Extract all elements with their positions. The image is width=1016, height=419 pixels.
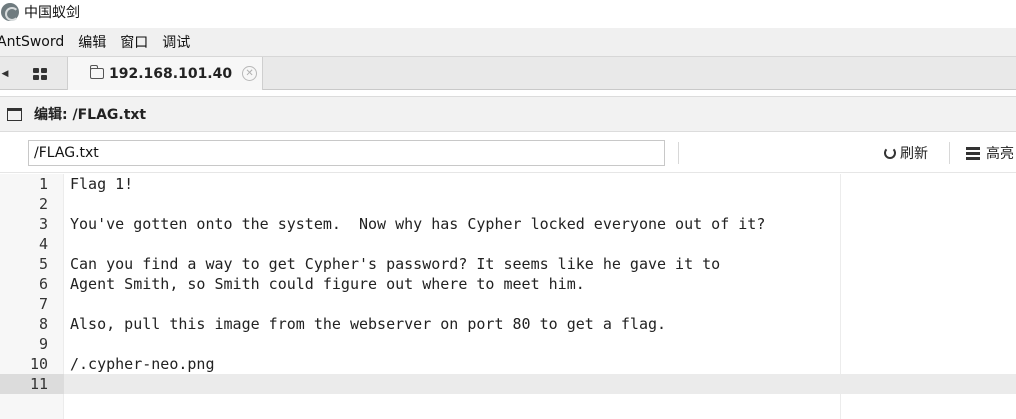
window-icon (7, 107, 22, 121)
line-number: 9 (38, 335, 48, 353)
line-text: You've gotten onto the system. Now why h… (70, 215, 766, 233)
line-number: 11 (0, 374, 64, 394)
highlight-label: 高亮 (986, 146, 1014, 162)
menu-debug[interactable]: 调试 (160, 32, 192, 52)
folder-icon (89, 65, 104, 79)
menu-window[interactable]: 窗口 (118, 32, 150, 52)
menu-bar: AntSword 编辑 窗口 调试 (0, 28, 1016, 56)
line-number: 5 (38, 255, 48, 273)
refresh-button[interactable]: 刷新 (884, 141, 928, 165)
editor-toolbar: 刷新 高亮 (0, 133, 1016, 173)
code-line[interactable]: 2 (0, 194, 1016, 214)
panel-title: 编辑: /FLAG.txt (34, 107, 147, 123)
code-line[interactable]: 9 (0, 334, 1016, 354)
line-number: 6 (38, 275, 48, 293)
code-line[interactable]: 5 Can you find a way to get Cypher's pass… (0, 254, 1016, 274)
close-icon[interactable]: ✕ (242, 66, 258, 81)
line-number: 4 (38, 235, 48, 253)
code-editor[interactable]: 1 Flag 1! 2 3 You've gotten onto the system.… (0, 174, 1016, 419)
code-line[interactable]: 6 Agent Smith, so Smith could figure out … (0, 274, 1016, 294)
tab-host[interactable]: 192.168.101.40 ✕ (68, 57, 263, 90)
editor-panel-header: 编辑: /FLAG.txt (0, 96, 1016, 132)
line-text: /.cypher-neo.png (70, 355, 215, 373)
line-number: 7 (38, 295, 48, 313)
title-bar: 中国蚁剑 (0, 0, 1016, 24)
line-number: 8 (38, 315, 48, 333)
line-number: 1 (38, 175, 48, 193)
line-text: Agent Smith, so Smith could figure out w… (70, 275, 585, 293)
line-number: 10 (29, 355, 48, 373)
antsword-logo-icon (1, 3, 19, 21)
highlight-button[interactable]: 高亮 (966, 141, 1014, 165)
tab-bar: ◀ 192.168.101.40 ✕ (0, 56, 1016, 90)
tab-scroll-left-icon[interactable]: ◀ (0, 57, 10, 91)
refresh-icon (884, 147, 896, 159)
code-line[interactable]: 11 (0, 374, 1016, 394)
menu-antsword[interactable]: AntSword (0, 34, 66, 50)
list-icon (966, 146, 980, 161)
line-text: Flag 1! (70, 175, 134, 193)
code-line[interactable]: 4 (0, 234, 1016, 254)
grid-icon (32, 67, 47, 80)
code-line[interactable]: 10 /.cypher-neo.png (0, 354, 1016, 374)
tab-home[interactable] (12, 57, 68, 90)
code-line[interactable]: 1 Flag 1! (0, 174, 1016, 194)
code-line[interactable]: 7 (0, 294, 1016, 314)
toolbar-divider (949, 142, 950, 164)
tab-host-label: 192.168.101.40 (109, 65, 233, 82)
file-path-input[interactable] (28, 140, 665, 166)
code-line[interactable]: 3 You've gotten onto the system. Now why … (0, 214, 1016, 234)
menu-edit[interactable]: 编辑 (76, 32, 108, 52)
window-title: 中国蚁剑 (24, 5, 80, 21)
line-number: 2 (38, 195, 48, 213)
line-text: Also, pull this image from the webserver… (70, 315, 667, 333)
line-number: 3 (38, 215, 48, 233)
toolbar-divider (678, 142, 679, 164)
code-line[interactable]: 8 Also, pull this image from the webserve… (0, 314, 1016, 334)
refresh-label: 刷新 (900, 146, 928, 162)
line-text: Can you find a way to get Cypher's passw… (70, 255, 721, 273)
